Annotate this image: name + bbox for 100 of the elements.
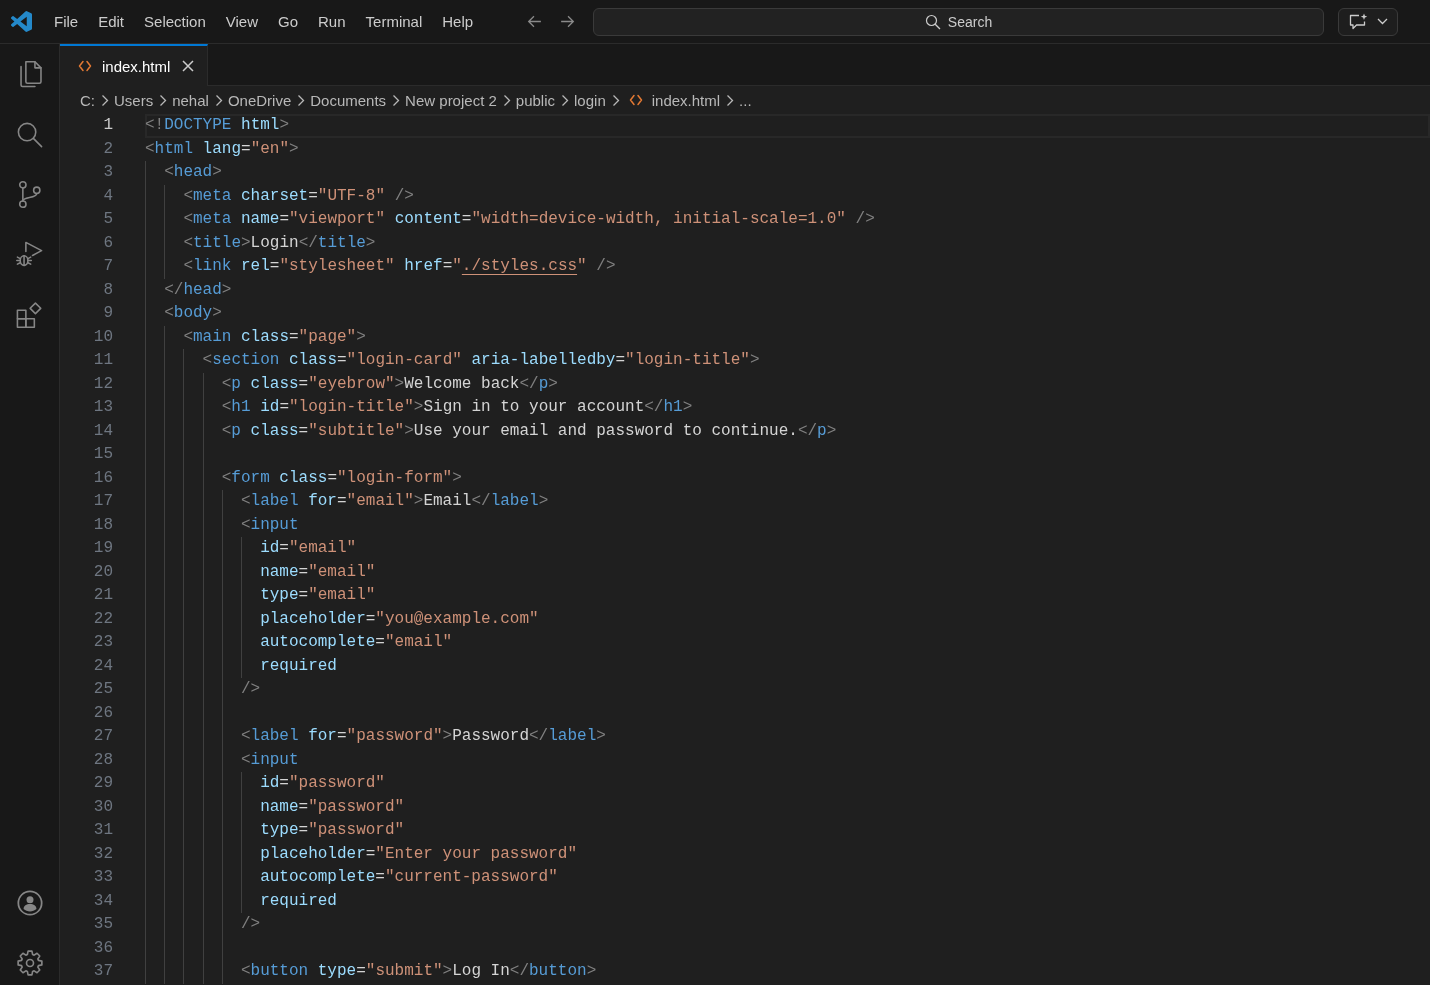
code-line: required [260, 656, 337, 675]
line-number: 35 [92, 914, 113, 935]
line-number: 25 [92, 679, 113, 700]
line-number: 11 [92, 350, 113, 371]
breadcrumb-item[interactable]: OneDrive [227, 91, 292, 109]
menu-item[interactable]: Run [308, 7, 356, 36]
code-line: <!DOCTYPE html> [145, 116, 290, 134]
breadcrumb-item[interactable]: nehal [172, 91, 209, 109]
line-number: 36 [92, 937, 113, 959]
breadcrumb-item[interactable]: login [574, 91, 606, 109]
code-line: /> [240, 680, 261, 698]
code-line: required [260, 891, 337, 910]
line-number: 4 [102, 185, 113, 207]
search-icon [924, 13, 941, 30]
menu-item[interactable]: Help [432, 7, 484, 36]
line-number: 2 [102, 138, 113, 160]
code-line: <section class="login-card" aria-labelledby="login-title"> [202, 351, 760, 369]
code-line: autocomplete="email" [260, 633, 453, 651]
chevron-right-icon [392, 93, 401, 107]
breadcrumb-item[interactable]: Users [114, 91, 154, 109]
line-number: 26 [92, 702, 113, 724]
code-line: </head> [164, 280, 232, 299]
account-icon[interactable] [15, 889, 44, 917]
code-line: <input [240, 515, 299, 534]
line-number: 33 [92, 867, 113, 888]
line-number: 1 [102, 115, 113, 136]
menu-item[interactable]: Selection [134, 7, 216, 36]
code-brackets-icon [78, 59, 92, 73]
code-line: <meta name="viewport" content="width=device-width, initial-scale=1.0" /> [183, 210, 875, 228]
code-line: <title>Login</title> [183, 233, 376, 252]
close-icon [181, 59, 196, 73]
line-number: 8 [102, 279, 113, 301]
code-line: placeholder="you@example.com" [260, 609, 539, 628]
menu-item[interactable]: File [44, 7, 89, 36]
chat-sparkle-icon [1348, 12, 1368, 31]
code-line: <link rel="stylesheet" href="./styles.css" /> [183, 257, 616, 275]
line-number: 5 [102, 209, 113, 230]
line-number: 24 [92, 655, 113, 677]
arrow-left-icon [525, 13, 543, 30]
breadcrumb-item[interactable]: public [515, 91, 556, 109]
line-number: 34 [92, 890, 113, 912]
line-number: 3 [102, 162, 113, 183]
line-number: 13 [92, 397, 113, 418]
code-line: type="password" [260, 821, 405, 839]
chevron-down-icon [1377, 18, 1388, 25]
tab[interactable]: index.html [60, 44, 209, 86]
search-box[interactable]: Search [593, 7, 1324, 36]
breadcrumb-item[interactable]: ... [739, 91, 752, 109]
code-line: <form class="login-form"> [221, 468, 462, 487]
code-line: /> [240, 915, 261, 933]
line-number: 16 [92, 467, 113, 489]
code-line: <label for="password">Password</label> [240, 727, 606, 745]
line-number: 10 [92, 326, 113, 348]
code-line: <h1 id="login-title">Sign in to your account</h1> [221, 398, 693, 416]
code-line: <body> [164, 304, 222, 322]
chat-button[interactable] [1338, 7, 1398, 36]
extensions-icon[interactable] [15, 299, 44, 329]
run-bug-icon[interactable] [15, 239, 44, 269]
menu-item[interactable]: Terminal [355, 7, 433, 36]
chevron-right-icon [101, 93, 109, 107]
code-line: <main class="page"> [183, 327, 366, 346]
code-line: <html lang="en"> [145, 139, 299, 158]
code-line: id="email" [260, 539, 357, 557]
chevron-right-icon [611, 93, 620, 107]
line-number: 27 [92, 726, 113, 747]
line-number: 29 [92, 773, 113, 794]
code-line: id="password" [260, 774, 385, 792]
breadcrumb-item[interactable]: Documents [310, 91, 387, 109]
line-number: 22 [92, 608, 113, 630]
menu-item[interactable]: View [215, 7, 268, 36]
arrow-right-icon [558, 13, 576, 30]
chevron-right-icon [159, 93, 168, 107]
line-number: 37 [92, 961, 113, 982]
code-line: <p class="eyebrow">Welcome back</p> [221, 374, 558, 393]
app-logo-icon [11, 11, 32, 32]
code-line: <p class="subtitle">Use your email and password to continue.</p> [221, 421, 837, 440]
code-brackets-icon [628, 93, 643, 107]
code-line: type="email" [260, 586, 376, 604]
breadcrumb-item[interactable]: New project 2 [405, 91, 497, 109]
line-number: 31 [92, 820, 113, 841]
line-number: 28 [92, 749, 113, 771]
code-line: <label for="email">Email</label> [240, 492, 549, 510]
menu-item[interactable]: Edit [88, 7, 135, 36]
settings-gear-icon[interactable] [15, 949, 44, 977]
code-line: <head> [164, 163, 222, 181]
line-number: 15 [92, 444, 113, 465]
code-line: name="password" [260, 797, 405, 816]
code-line: autocomplete="current-password" [260, 868, 558, 886]
menu-item[interactable]: Go [268, 7, 308, 36]
chevron-right-icon [726, 93, 735, 107]
breadcrumb-item[interactable]: index.html [628, 91, 721, 109]
line-number: 21 [92, 585, 113, 606]
line-number: 9 [102, 303, 113, 324]
chevron-right-icon [214, 93, 223, 107]
close-button[interactable] [180, 58, 197, 74]
line-number: 6 [102, 232, 113, 254]
breadcrumb-item[interactable]: C: [80, 91, 95, 109]
line-number: 14 [92, 420, 113, 442]
chevron-right-icon [561, 93, 570, 107]
code-line: <meta charset="UTF-8" /> [183, 186, 414, 205]
